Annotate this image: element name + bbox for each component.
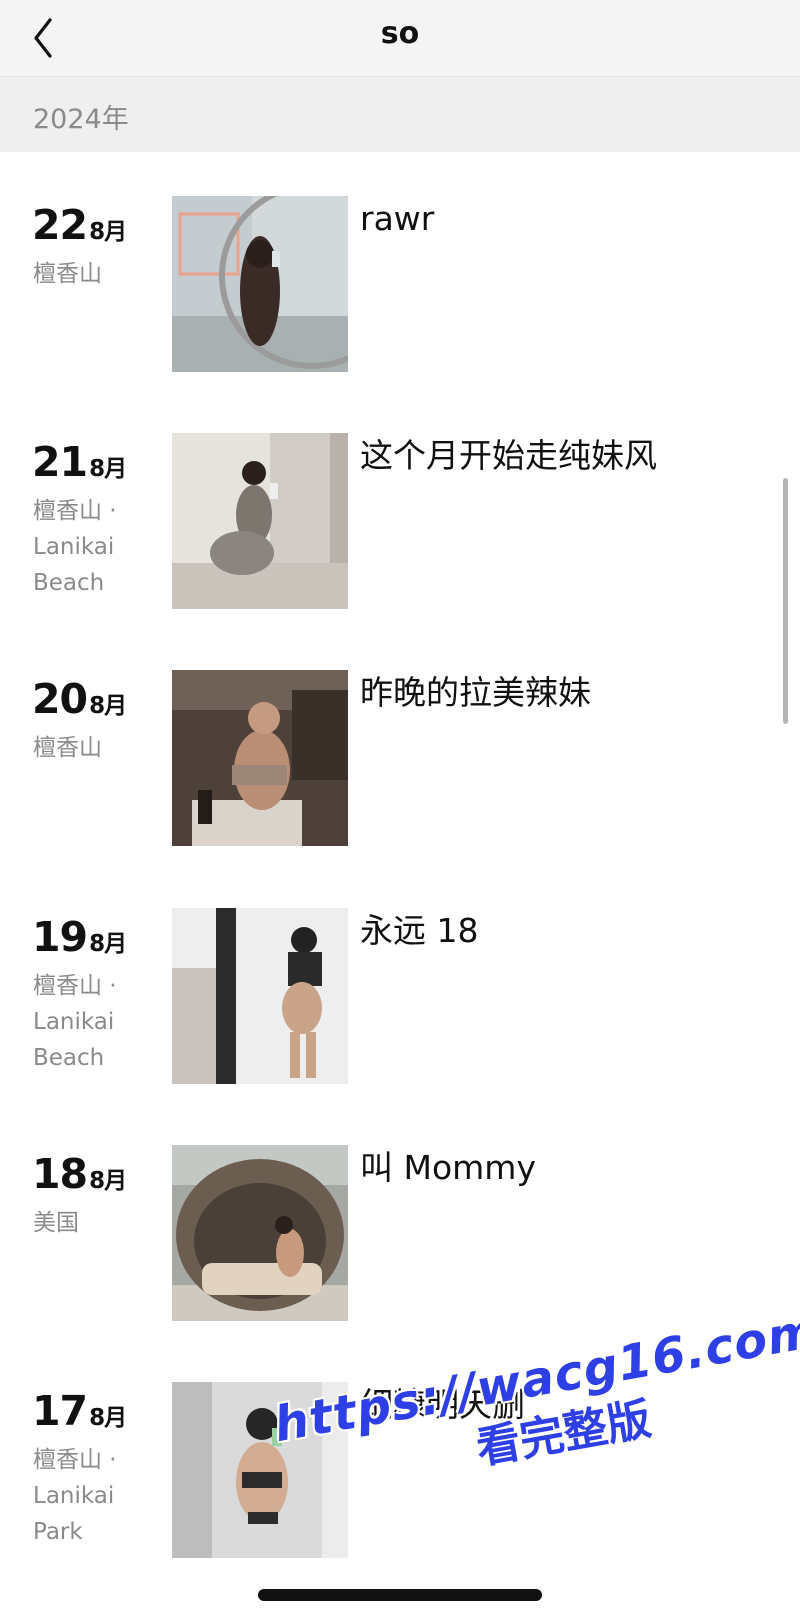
list-item[interactable]: 218月 檀香山 · Lanikai Beach 这个月开始走纯妹风 [0, 433, 800, 613]
entry-location: 檀香山 · Lanikai Beach [33, 498, 117, 596]
entry-date: 178月 [32, 1386, 127, 1443]
page-title: so [380, 16, 420, 51]
top-nav-bar: so [0, 0, 800, 77]
entry-date: 228月 [32, 200, 127, 257]
entry-caption: rawr [360, 199, 435, 238]
entry-location: 檀香山 [33, 735, 102, 761]
entry-location: 檀香山 [33, 261, 102, 287]
entry-location: 檀香山 · Lanikai Beach [33, 973, 117, 1071]
entry-month: 8月 [89, 693, 127, 719]
year-label: 2024年 [33, 104, 129, 135]
entry-photo-thumbnail[interactable] [172, 433, 348, 609]
entry-day: 20 [32, 675, 88, 723]
entry-location: 美国 [33, 1210, 79, 1236]
entry-photo-thumbnail[interactable] [172, 1145, 348, 1321]
photo-image [172, 196, 348, 372]
entry-month: 8月 [89, 219, 127, 245]
entry-month: 8月 [89, 456, 127, 482]
year-section-header: 2024年 [0, 77, 800, 152]
photo-image [172, 908, 348, 1084]
photo-image [172, 1145, 348, 1321]
entry-photo-thumbnail[interactable] [172, 908, 348, 1084]
entry-day: 17 [32, 1387, 88, 1435]
entry-date: 188月 [32, 1149, 127, 1206]
entry-location: 檀香山 · Lanikai Park [33, 1447, 117, 1545]
entry-caption: 昨晚的拉美辣妹 [360, 673, 591, 712]
entry-day: 18 [32, 1150, 88, 1198]
entry-date: 208月 [32, 674, 127, 731]
list-item[interactable]: 228月 檀香山 rawr [0, 196, 800, 376]
list-item[interactable]: 198月 檀香山 · Lanikai Beach 永远 18 [0, 908, 800, 1088]
entry-caption: 叫 Mommy [360, 1148, 536, 1187]
entry-day: 21 [32, 438, 88, 486]
list-item[interactable]: 208月 檀香山 昨晚的拉美辣妹 [0, 670, 800, 850]
entry-photo-thumbnail[interactable] [172, 196, 348, 372]
entry-caption: 永远 18 [360, 911, 479, 950]
entry-month: 8月 [89, 1405, 127, 1431]
photo-image [172, 433, 348, 609]
entry-date: 218月 [32, 437, 127, 494]
entry-day: 22 [32, 201, 88, 249]
photo-image [172, 670, 348, 846]
list-item[interactable]: 188月 美国 叫 Mommy [0, 1145, 800, 1325]
entry-day: 19 [32, 913, 88, 961]
entry-caption: 这个月开始走纯妹风 [360, 436, 657, 475]
entry-photo-thumbnail[interactable] [172, 670, 348, 846]
home-indicator[interactable] [258, 1589, 542, 1601]
entry-month: 8月 [89, 931, 127, 957]
scrollbar[interactable] [783, 478, 788, 724]
entry-date: 198月 [32, 912, 127, 969]
entry-month: 8月 [89, 1168, 127, 1194]
